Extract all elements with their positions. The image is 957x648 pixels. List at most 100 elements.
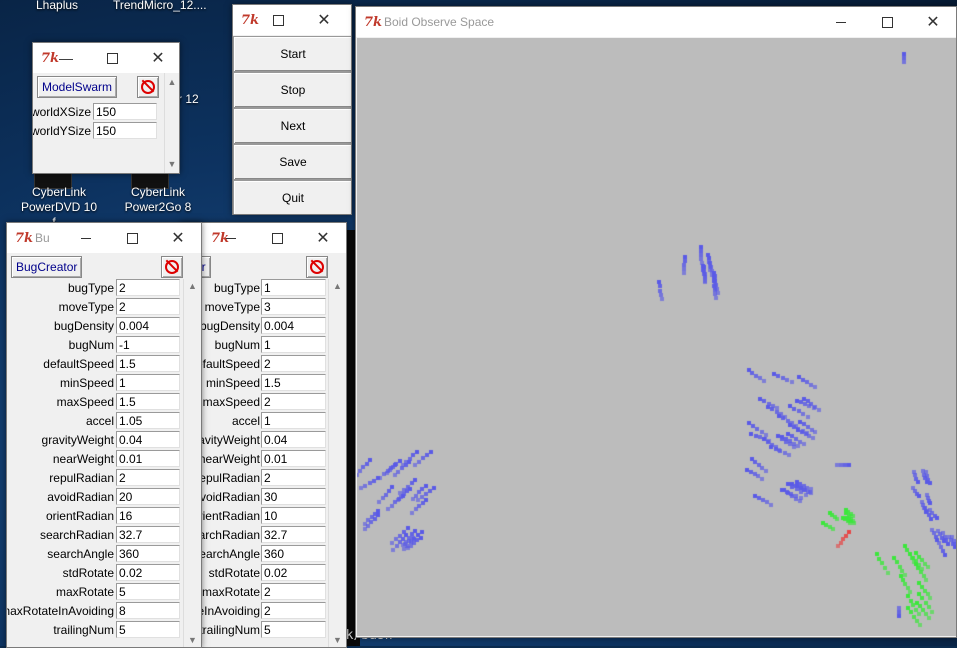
field-label: repulRadian [195, 471, 260, 485]
field-input[interactable]: 30 [261, 488, 326, 505]
field-label: maxRotate [201, 585, 260, 599]
field-input[interactable]: 360 [116, 545, 180, 562]
field-input[interactable]: 1 [261, 336, 326, 353]
scrollbar[interactable]: ▲ ▼ [164, 73, 179, 173]
field-input[interactable]: 150 [93, 122, 157, 139]
field-input[interactable]: 5 [116, 583, 180, 600]
field-input[interactable]: 2 [116, 298, 180, 315]
field-input[interactable]: 2 [261, 602, 326, 619]
field-defaultSpeed: defaultSpeed 1.5 [7, 355, 201, 374]
field-input[interactable]: 1.5 [261, 374, 326, 391]
field-input[interactable]: 0.004 [116, 317, 180, 334]
field-input[interactable]: 360 [261, 545, 326, 562]
field-maxRotate: maxRotate 2 [181, 583, 346, 602]
field-input[interactable]: 2 [261, 583, 326, 600]
field-label: defaultSpeed [43, 357, 114, 371]
scrollbar[interactable]: ▲ ▼ [183, 279, 201, 647]
probe-destroy-icon[interactable] [161, 256, 183, 278]
minimize-icon[interactable] [63, 223, 109, 253]
field-input[interactable]: 0.01 [261, 450, 326, 467]
scroll-up-icon[interactable]: ▲ [184, 279, 201, 293]
field-bugDensity: bugDensity 0.004 [7, 317, 201, 336]
field-repulRadian: repulRadian 2 [181, 469, 346, 488]
field-minSpeed: minSpeed 1.5 [181, 374, 346, 393]
control-panel-titlebar[interactable]: 7k ✕ [233, 5, 351, 35]
model-swarm-button[interactable]: ModelSwarm [37, 76, 118, 98]
field-input[interactable]: 8 [116, 602, 180, 619]
field-searchAngle: searchAngle 360 [181, 545, 346, 564]
maximize-icon[interactable] [254, 223, 300, 253]
scroll-up-icon[interactable]: ▲ [165, 75, 179, 89]
quit-button[interactable]: Quit [233, 180, 351, 214]
field-input[interactable]: 1 [261, 279, 326, 296]
field-input[interactable]: 32.7 [116, 526, 180, 543]
field-label: bugType [67, 281, 114, 295]
start-button[interactable]: Start [233, 36, 351, 72]
desktop-icon-trendmicro-label[interactable]: TrendMicro_12.... [113, 0, 207, 13]
field-input[interactable]: 2 [261, 393, 326, 410]
stop-button[interactable]: Stop [233, 72, 351, 108]
desktop-icon-power2go-label[interactable]: CyberLink Power2Go 8 [118, 185, 198, 215]
field-label: orientRadian [45, 509, 114, 523]
control-panel-window: 7k ✕ Start Stop Next Save Quit [232, 4, 352, 215]
field-input[interactable]: 16 [116, 507, 180, 524]
scroll-down-icon[interactable]: ▼ [329, 633, 346, 647]
field-input[interactable]: 1.05 [116, 412, 180, 429]
maximize-icon[interactable] [255, 5, 301, 35]
close-icon[interactable]: ✕ [910, 7, 956, 37]
probe-destroy-icon[interactable] [306, 256, 328, 278]
maximize-icon[interactable] [89, 43, 135, 73]
observe-titlebar[interactable]: 7k Boid Observe Space ✕ [356, 7, 956, 37]
bug-probe-1-titlebar[interactable]: 7k Bu ✕ [7, 223, 201, 253]
field-input[interactable]: 1.5 [116, 393, 180, 410]
field-maxRotate: maxRotate 5 [7, 583, 201, 602]
field-input[interactable]: 10 [261, 507, 326, 524]
save-button[interactable]: Save [233, 144, 351, 180]
close-icon[interactable]: ✕ [300, 223, 346, 253]
desktop-icon-lhaplus-label[interactable]: Lhaplus [36, 0, 78, 13]
minimize-icon[interactable] [818, 7, 864, 37]
model-swarm-titlebar[interactable]: 7k — ✕ [33, 43, 179, 73]
maximize-icon[interactable] [864, 7, 910, 37]
field-input[interactable]: 0.02 [261, 564, 326, 581]
field-input[interactable]: 150 [93, 103, 157, 120]
field-label: moveType [204, 300, 260, 314]
field-input[interactable]: 20 [116, 488, 180, 505]
field-input[interactable]: 1 [116, 374, 180, 391]
field-orientRadian: orientRadian 16 [7, 507, 201, 526]
field-input[interactable]: 32.7 [261, 526, 326, 543]
field-input[interactable]: 5 [261, 621, 326, 638]
bug-probe-2-titlebar[interactable]: 7k ✕ [181, 223, 346, 253]
boid-space-canvas[interactable] [357, 38, 956, 636]
field-input[interactable]: 1.5 [116, 355, 180, 372]
close-icon[interactable]: ✕ [301, 5, 347, 35]
field-input[interactable]: 0.04 [261, 431, 326, 448]
field-input[interactable]: 5 [116, 621, 180, 638]
close-icon[interactable]: ✕ [135, 43, 179, 73]
probe-destroy-icon[interactable] [137, 76, 159, 98]
maximize-icon[interactable] [109, 223, 155, 253]
minimize-icon[interactable] [208, 223, 254, 253]
bug-creator-button[interactable]: BugCreator [11, 256, 83, 278]
scroll-down-icon[interactable]: ▼ [165, 157, 179, 171]
field-label: avoidRadian [47, 490, 114, 504]
field-input[interactable]: 3 [261, 298, 326, 315]
field-input[interactable]: 2 [116, 279, 180, 296]
field-input[interactable]: 2 [261, 355, 326, 372]
close-icon[interactable]: ✕ [155, 223, 201, 253]
field-label: maxSpeed [56, 395, 114, 409]
field-input[interactable]: 0.01 [116, 450, 180, 467]
field-label: stdRotate [208, 566, 260, 580]
field-input[interactable]: 0.004 [261, 317, 326, 334]
scroll-down-icon[interactable]: ▼ [184, 633, 201, 647]
field-input[interactable]: 0.02 [116, 564, 180, 581]
scroll-up-icon[interactable]: ▲ [329, 279, 346, 293]
field-input[interactable]: -1 [116, 336, 180, 353]
field-input[interactable]: 1 [261, 412, 326, 429]
field-input[interactable]: 2 [261, 469, 326, 486]
scrollbar[interactable]: ▲ ▼ [328, 279, 346, 647]
field-input[interactable]: 2 [116, 469, 180, 486]
next-button[interactable]: Next [233, 108, 351, 144]
field-orientRadian: orientRadian 10 [181, 507, 346, 526]
field-input[interactable]: 0.04 [116, 431, 180, 448]
